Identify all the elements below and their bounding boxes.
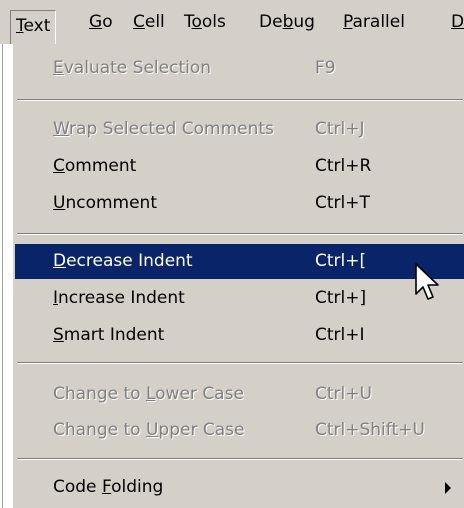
menu-separator [17, 362, 463, 364]
menu-item-label: Change to Upper Case [53, 420, 245, 440]
menu-item-smart-indent[interactable]: Smart Indent Ctrl+I [15, 318, 464, 353]
mouse-pointer-icon [415, 263, 439, 300]
menu-item-shortcut: Ctrl+R [315, 156, 372, 176]
menu-item-label: Comment [53, 156, 137, 176]
menu-item-code-folding[interactable]: Code Folding [15, 470, 464, 505]
menu-separator [17, 458, 463, 460]
menu-item-comment[interactable]: Comment Ctrl+R [15, 149, 464, 184]
menu-item-shortcut: Ctrl+U [315, 384, 372, 404]
menu-item-shortcut: Ctrl+T [315, 193, 370, 213]
menu-item-label: Increase Indent [53, 288, 185, 308]
menu-item-shortcut: Ctrl+Shift+U [315, 420, 425, 440]
menu-item-label: Wrap Selected Comments [53, 119, 274, 139]
menu-item-change-to-upper-case[interactable]: Change to Upper Case Ctrl+Shift+U [15, 413, 464, 448]
menu-separator [17, 99, 463, 101]
menu-item-increase-indent[interactable]: Increase Indent Ctrl+] [15, 281, 464, 316]
menu-item-shortcut: F9 [315, 58, 336, 78]
menu-item-shortcut: Ctrl+J [315, 119, 365, 139]
menu-item-shortcut: Ctrl+I [315, 325, 365, 345]
menu-item-uncomment[interactable]: Uncomment Ctrl+T [15, 186, 464, 221]
menubar-item-desktop[interactable]: D [451, 8, 464, 36]
menubar-item-label: D [451, 12, 464, 32]
menubar-item-label: Text [16, 16, 51, 36]
window-edge [2, 44, 3, 508]
menu-item-label: Smart Indent [53, 325, 165, 345]
menu-item-label: Change to Lower Case [53, 384, 244, 404]
menu-item-change-to-lower-case[interactable]: Change to Lower Case Ctrl+U [15, 377, 464, 412]
menubar-item-label: Parallel [343, 12, 405, 32]
menubar-item-text[interactable]: Text [10, 10, 57, 44]
menu-item-shortcut: Ctrl+] [315, 288, 367, 308]
triangle-right-icon [445, 482, 451, 494]
menubar-item-label: Tools [184, 12, 226, 32]
menubar-item-parallel[interactable]: Parallel [343, 8, 405, 36]
menubar-item-label: Go [89, 12, 113, 32]
menubar-item-debug[interactable]: Debug [259, 8, 315, 36]
menu-item-label: Uncomment [53, 193, 157, 213]
menubar-item-cell[interactable]: Cell [133, 8, 165, 36]
menu-item-decrease-indent[interactable]: Decrease Indent Ctrl+[ [15, 244, 464, 279]
menu-item-label: Code Folding [53, 477, 164, 497]
text-menu-dropdown: Evaluate Selection F9 Wrap Selected Comm… [12, 44, 464, 508]
menubar-item-label: Debug [259, 12, 315, 32]
menu-item-wrap-selected-comments[interactable]: Wrap Selected Comments Ctrl+J [15, 112, 464, 147]
menu-item-label: Evaluate Selection [53, 58, 212, 78]
menu-separator [17, 233, 463, 235]
menubar-item-label: Cell [133, 12, 165, 32]
menu-item-label: Decrease Indent [53, 251, 193, 271]
menu-item-shortcut: Ctrl+[ [315, 251, 367, 271]
menubar-item-go[interactable]: Go [89, 8, 113, 36]
menubar-item-tools[interactable]: Tools [184, 8, 226, 36]
menu-item-evaluate-selection[interactable]: Evaluate Selection F9 [15, 51, 464, 86]
menu-bar: Text Go Cell Tools Debug Parallel D [0, 0, 464, 44]
